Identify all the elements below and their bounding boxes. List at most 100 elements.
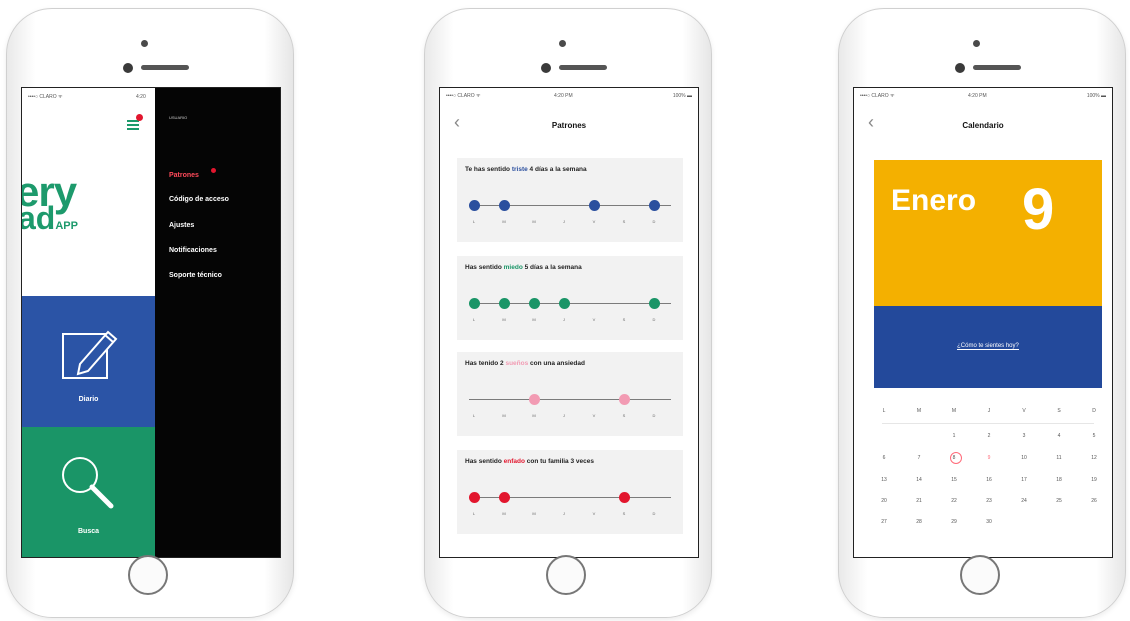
weekday-label: M [951, 408, 957, 414]
calendar-day[interactable]: 5 [1087, 433, 1101, 439]
calendar-day[interactable]: 2 [982, 433, 996, 439]
calendar-day[interactable]: 17 [1017, 477, 1031, 483]
menu-item-notificaciones[interactable]: Notificaciones [169, 247, 217, 254]
status-bar: ••••○ CLARO ᯤ 4:20 PM 100% ▬ [446, 93, 692, 99]
calendar-day[interactable]: 26 [1087, 498, 1101, 504]
calendar-day[interactable]: 6 [877, 455, 891, 461]
diary-tile[interactable]: Diario [22, 296, 155, 427]
status-carrier: ••••○ CLARO ᯤ [446, 93, 481, 99]
day-label: D [652, 219, 656, 224]
day-marker-dot [498, 492, 510, 503]
status-carrier: ••••○ CLARO ᯤ [28, 94, 63, 100]
calendar-day[interactable]: 19 [1087, 477, 1101, 483]
pattern-keyword: enfado [503, 458, 525, 465]
calendar-day[interactable]: 3 [1017, 433, 1031, 439]
calendar-day[interactable]: 11 [1052, 455, 1066, 461]
pattern-card[interactable]: Has sentido miedo 5 días a la semana L M M J… [457, 256, 683, 340]
menu-item-patrones[interactable]: Patrones [169, 172, 199, 179]
calendar-day[interactable]: 29 [947, 519, 961, 525]
day-label: M [532, 413, 536, 418]
day-label: L [472, 511, 476, 516]
pattern-text: con una ansiedad [528, 360, 585, 367]
day-label: M [502, 219, 506, 224]
phone-mockup-menu: ••••○ CLARO ᯤ 4:20 ery adAPP Diario Busc… [6, 8, 294, 618]
diary-tile-label: Diario [78, 396, 99, 403]
week-line [469, 399, 671, 400]
pattern-text: Has tenido 2 [465, 360, 506, 367]
app-logo-suffix: APP [55, 220, 78, 232]
patterns-screen: ••••○ CLARO ᯤ 4:20 PM 100% ▬ ‹ Patrones … [439, 87, 699, 558]
menu-item-ajustes[interactable]: Ajustes [169, 222, 194, 229]
weekday-label: D [1092, 408, 1096, 414]
day-label: J [563, 511, 565, 516]
pattern-text: con tu familia 3 veces [524, 458, 594, 465]
menu-icon[interactable] [127, 120, 139, 130]
phone-speaker [141, 65, 189, 70]
calendar-day[interactable]: 18 [1052, 477, 1066, 483]
day-label: M [532, 317, 536, 322]
day-label: S [622, 317, 626, 322]
pattern-text: 4 días a la semana [527, 166, 587, 173]
pattern-text: Has sentido [465, 264, 504, 271]
day-label: J [563, 317, 565, 322]
side-menu: USUARIO Patrones Código de acceso Ajuste… [155, 88, 280, 557]
mood-question-text: ¿Cómo te sientes hoy? [957, 343, 1019, 350]
phone-sensor [559, 40, 566, 47]
menu-item-codigo[interactable]: Código de acceso [169, 196, 229, 203]
calendar-day[interactable]: 8 [947, 455, 961, 461]
calendar-day[interactable]: 24 [1017, 498, 1031, 504]
calendar-day[interactable]: 25 [1052, 498, 1066, 504]
pattern-card[interactable]: Te has sentido triste 4 días a la semana… [457, 158, 683, 242]
app-logo-text: ad [21, 200, 56, 236]
home-button[interactable] [128, 555, 168, 595]
search-tile[interactable]: Busca [22, 427, 155, 557]
calendar-screen: ••••○ CLARO ᯤ 4:20 PM 100% ▬ ‹ Calendari… [853, 87, 1113, 558]
status-time: 4:20 PM [968, 93, 987, 99]
calendar-day[interactable]: 4 [1052, 433, 1066, 439]
weekday-label: V [1022, 408, 1026, 414]
calendar-day[interactable]: 30 [982, 519, 996, 525]
calendar-day[interactable]: 20 [877, 498, 891, 504]
pattern-card[interactable]: Has sentido enfado con tu familia 3 vece… [457, 450, 683, 534]
app-logo-line2: adAPP [21, 200, 78, 237]
pattern-card-text: Has tenido 2 sueños con una ansiedad [465, 360, 585, 367]
calendar-day[interactable]: 9 [982, 455, 996, 461]
home-button[interactable] [546, 555, 586, 595]
phone-camera [123, 63, 133, 73]
calendar-day[interactable]: 23 [982, 498, 996, 504]
menu-screen: ••••○ CLARO ᯤ 4:20 ery adAPP Diario Busc… [21, 87, 281, 558]
day-label: S [622, 219, 626, 224]
calendar-day[interactable]: 1 [947, 433, 961, 439]
day-label: V [592, 511, 596, 516]
calendar-day[interactable]: 10 [1017, 455, 1031, 461]
day-label: D [652, 511, 656, 516]
calendar-day[interactable]: 27 [877, 519, 891, 525]
calendar-day[interactable]: 22 [947, 498, 961, 504]
calendar-day[interactable]: 14 [912, 477, 926, 483]
pattern-card[interactable]: Has tenido 2 sueños con una ansiedad L M M J… [457, 352, 683, 436]
calendar-day[interactable]: 16 [982, 477, 996, 483]
pattern-text: 5 días a la semana [522, 264, 582, 271]
calendar-day[interactable]: 7 [912, 455, 926, 461]
menu-item-soporte[interactable]: Soporte técnico [169, 272, 222, 279]
calendar-day[interactable]: 12 [1087, 455, 1101, 461]
pattern-keyword: sueños [505, 360, 529, 367]
phone-speaker [559, 65, 607, 70]
calendar-day[interactable]: 13 [877, 477, 891, 483]
date-header [874, 160, 1102, 306]
menu-header: USUARIO [169, 115, 188, 120]
day-marker-dot [648, 298, 660, 309]
notification-badge [136, 114, 143, 121]
calendar-day[interactable]: 28 [912, 519, 926, 525]
day-label: L [472, 413, 476, 418]
logo-area: ••••○ CLARO ᯤ 4:20 ery adAPP [22, 88, 155, 296]
day-label: V [592, 413, 596, 418]
day-marker-dot [588, 200, 600, 211]
search-icon [62, 457, 114, 509]
calendar-day[interactable]: 15 [947, 477, 961, 483]
phone-camera [955, 63, 965, 73]
calendar-day[interactable]: 21 [912, 498, 926, 504]
day-marker-dot [528, 394, 540, 405]
mood-question[interactable]: ¿Cómo te sientes hoy? [874, 343, 1102, 350]
home-button[interactable] [960, 555, 1000, 595]
